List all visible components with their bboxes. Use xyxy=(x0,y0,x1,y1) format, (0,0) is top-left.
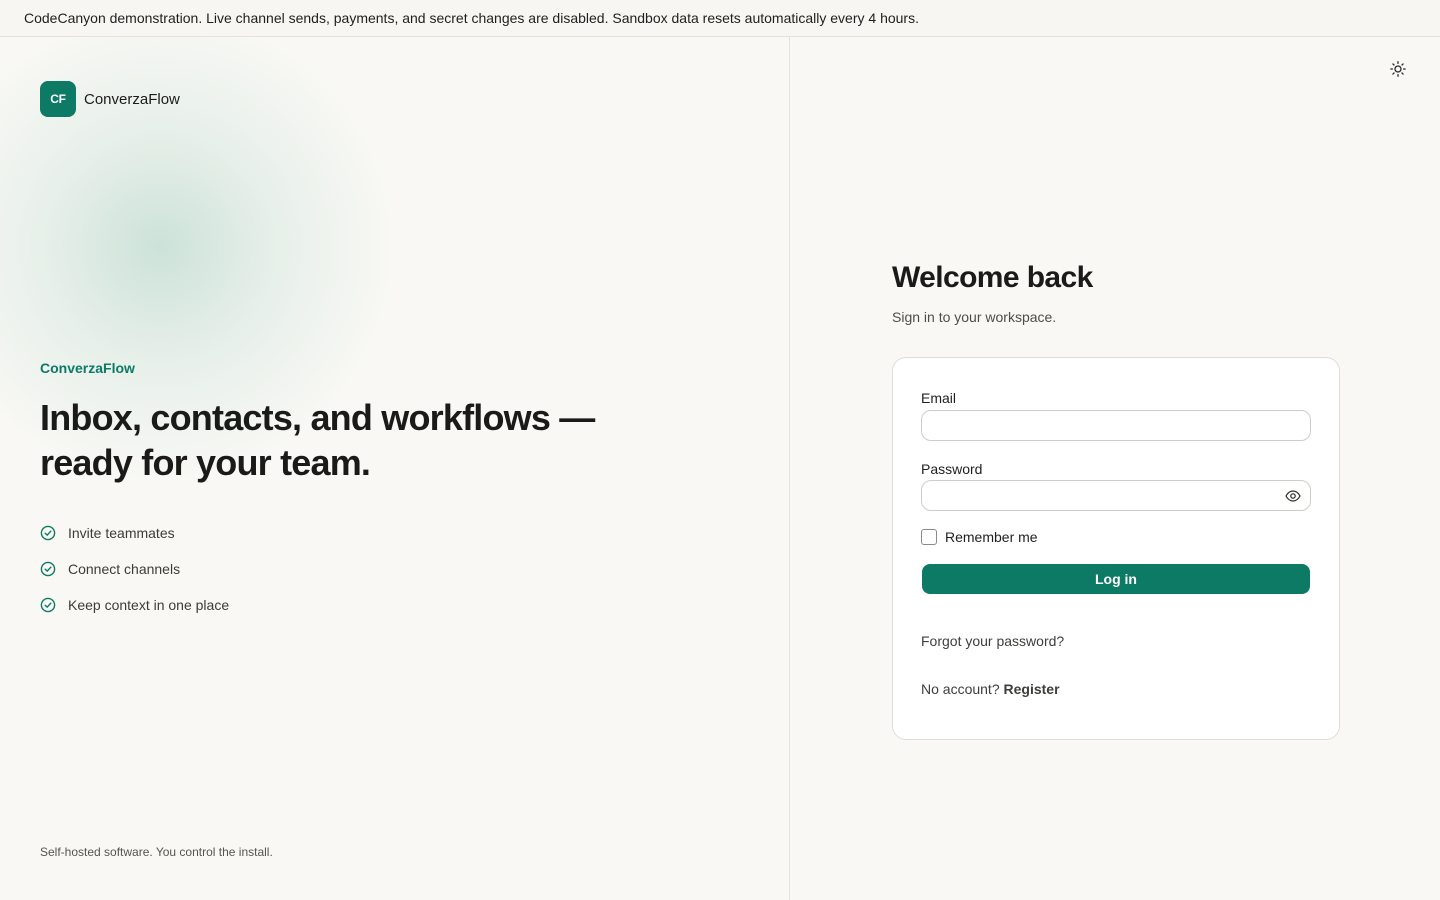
login-title: Welcome back xyxy=(892,261,1093,294)
feature-item: Invite teammates xyxy=(40,515,229,551)
email-field[interactable] xyxy=(921,410,1311,441)
brand-name: ConverzaFlow xyxy=(84,90,180,108)
check-circle-icon xyxy=(40,525,56,541)
hero-headline: Inbox, contacts, and workflows — ready f… xyxy=(40,397,595,483)
demo-banner-text: CodeCanyon demonstration. Live channel s… xyxy=(24,10,919,26)
feature-label: Keep context in one place xyxy=(68,597,230,613)
login-panel: Welcome back Sign in to your workspace. … xyxy=(791,37,1440,900)
sun-icon xyxy=(1390,61,1406,77)
logo-icon: CF xyxy=(40,81,76,117)
feature-label: Connect channels xyxy=(68,561,181,577)
login-subtitle: Sign in to your workspace. xyxy=(892,309,1057,325)
hero-panel: CF ConverzaFlow ConverzaFlow Inbox, cont… xyxy=(0,37,790,900)
demo-banner: CodeCanyon demonstration. Live channel s… xyxy=(0,0,1440,37)
check-circle-icon xyxy=(40,597,56,613)
forgot-password-link[interactable]: Forgot your password? xyxy=(921,633,1064,649)
feature-item: Connect channels xyxy=(40,551,229,587)
feature-label: Invite teammates xyxy=(68,525,175,541)
login-card: Email Password Remember me Log in Forgot… xyxy=(892,357,1340,740)
no-account-row: No account? Register xyxy=(921,681,1060,697)
no-account-text: No account? xyxy=(921,681,1000,697)
check-circle-icon xyxy=(40,561,56,577)
register-link[interactable]: Register xyxy=(1004,681,1060,697)
feature-item: Keep context in one place xyxy=(40,587,229,623)
login-button[interactable]: Log in xyxy=(922,564,1310,594)
show-password-button[interactable] xyxy=(1284,487,1302,505)
brand[interactable]: CF ConverzaFlow xyxy=(40,81,180,117)
footnote: Self-hosted software. You control the in… xyxy=(40,845,273,859)
email-label: Email xyxy=(921,390,957,406)
remember-me[interactable]: Remember me xyxy=(921,529,1038,545)
eye-icon xyxy=(1285,490,1301,502)
password-label: Password xyxy=(921,461,983,477)
hero-eyebrow: ConverzaFlow xyxy=(40,360,135,376)
theme-toggle-button[interactable] xyxy=(1388,59,1408,79)
feature-list: Invite teammates Connect channels Keep c… xyxy=(40,515,229,623)
password-field[interactable] xyxy=(921,480,1311,511)
remember-checkbox[interactable] xyxy=(921,529,937,545)
remember-label: Remember me xyxy=(945,529,1038,545)
